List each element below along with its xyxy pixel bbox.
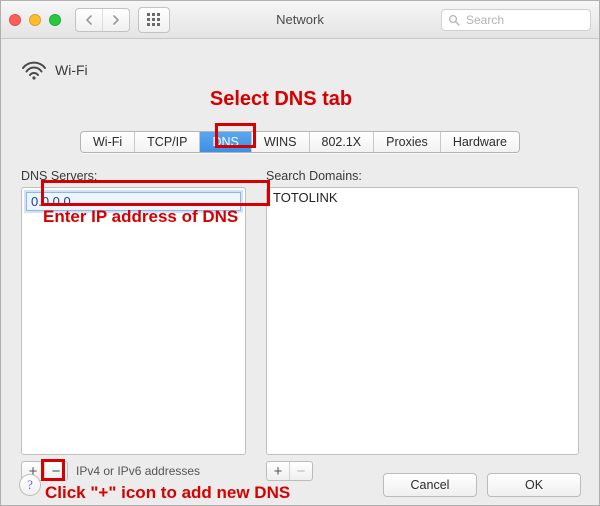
connection-name: Wi-Fi <box>55 62 88 78</box>
footer: ? Cancel OK <box>1 465 599 505</box>
dns-servers-column: DNS Servers: 0.0.0.0 + − IPv4 or IPv6 ad… <box>21 169 246 481</box>
close-window-button[interactable] <box>9 14 21 26</box>
help-button[interactable]: ? <box>19 474 41 496</box>
show-all-button[interactable] <box>138 7 170 33</box>
search-domains-list[interactable]: TOTOLINK <box>266 187 579 455</box>
tabs-segmented: Wi-Fi TCP/IP DNS WINS 802.1X Proxies Har… <box>80 131 520 153</box>
search-domains-column: Search Domains: TOTOLINK + − <box>266 169 579 481</box>
dns-server-input[interactable]: 0.0.0.0 <box>26 192 241 211</box>
tabs-row: Wi-Fi TCP/IP DNS WINS 802.1X Proxies Har… <box>21 131 579 153</box>
grid-icon <box>147 13 161 27</box>
window-controls <box>9 14 61 26</box>
search-icon <box>448 14 460 26</box>
tab-8021x[interactable]: 802.1X <box>309 132 374 152</box>
forward-button[interactable] <box>102 9 129 31</box>
wifi-icon <box>21 59 47 81</box>
dns-servers-label: DNS Servers: <box>21 169 246 183</box>
annotation-select-tab: Select DNS tab <box>151 88 411 111</box>
connection-header: Wi-Fi <box>21 49 579 91</box>
back-button[interactable] <box>76 9 102 31</box>
chevron-right-icon <box>111 15 121 25</box>
tab-proxies[interactable]: Proxies <box>373 132 440 152</box>
chevron-left-icon <box>84 15 94 25</box>
connection-label: Wi-Fi <box>21 59 88 81</box>
tab-hardware[interactable]: Hardware <box>440 132 519 152</box>
dns-servers-list[interactable]: 0.0.0.0 <box>21 187 246 455</box>
cancel-button[interactable]: Cancel <box>383 473 477 497</box>
tab-wins[interactable]: WINS <box>251 132 309 152</box>
titlebar: Network <box>1 1 599 39</box>
zoom-window-button[interactable] <box>49 14 61 26</box>
search-field[interactable] <box>441 9 591 31</box>
pane-body: Wi-Fi Select DNS tab Wi-Fi TCP/IP DNS WI… <box>1 39 599 505</box>
search-domains-label: Search Domains: <box>266 169 579 183</box>
nav-buttons <box>75 8 130 32</box>
footer-buttons: Cancel OK <box>383 473 581 497</box>
search-input[interactable] <box>464 12 600 28</box>
list-item[interactable]: TOTOLINK <box>267 188 578 207</box>
ok-button[interactable]: OK <box>487 473 581 497</box>
tab-wifi[interactable]: Wi-Fi <box>81 132 134 152</box>
network-prefs-window: Network Wi-Fi Select DNS tab <box>0 0 600 506</box>
tab-tcpip[interactable]: TCP/IP <box>134 132 199 152</box>
tab-dns[interactable]: DNS <box>199 132 250 152</box>
columns: DNS Servers: 0.0.0.0 + − IPv4 or IPv6 ad… <box>21 169 579 481</box>
minimize-window-button[interactable] <box>29 14 41 26</box>
